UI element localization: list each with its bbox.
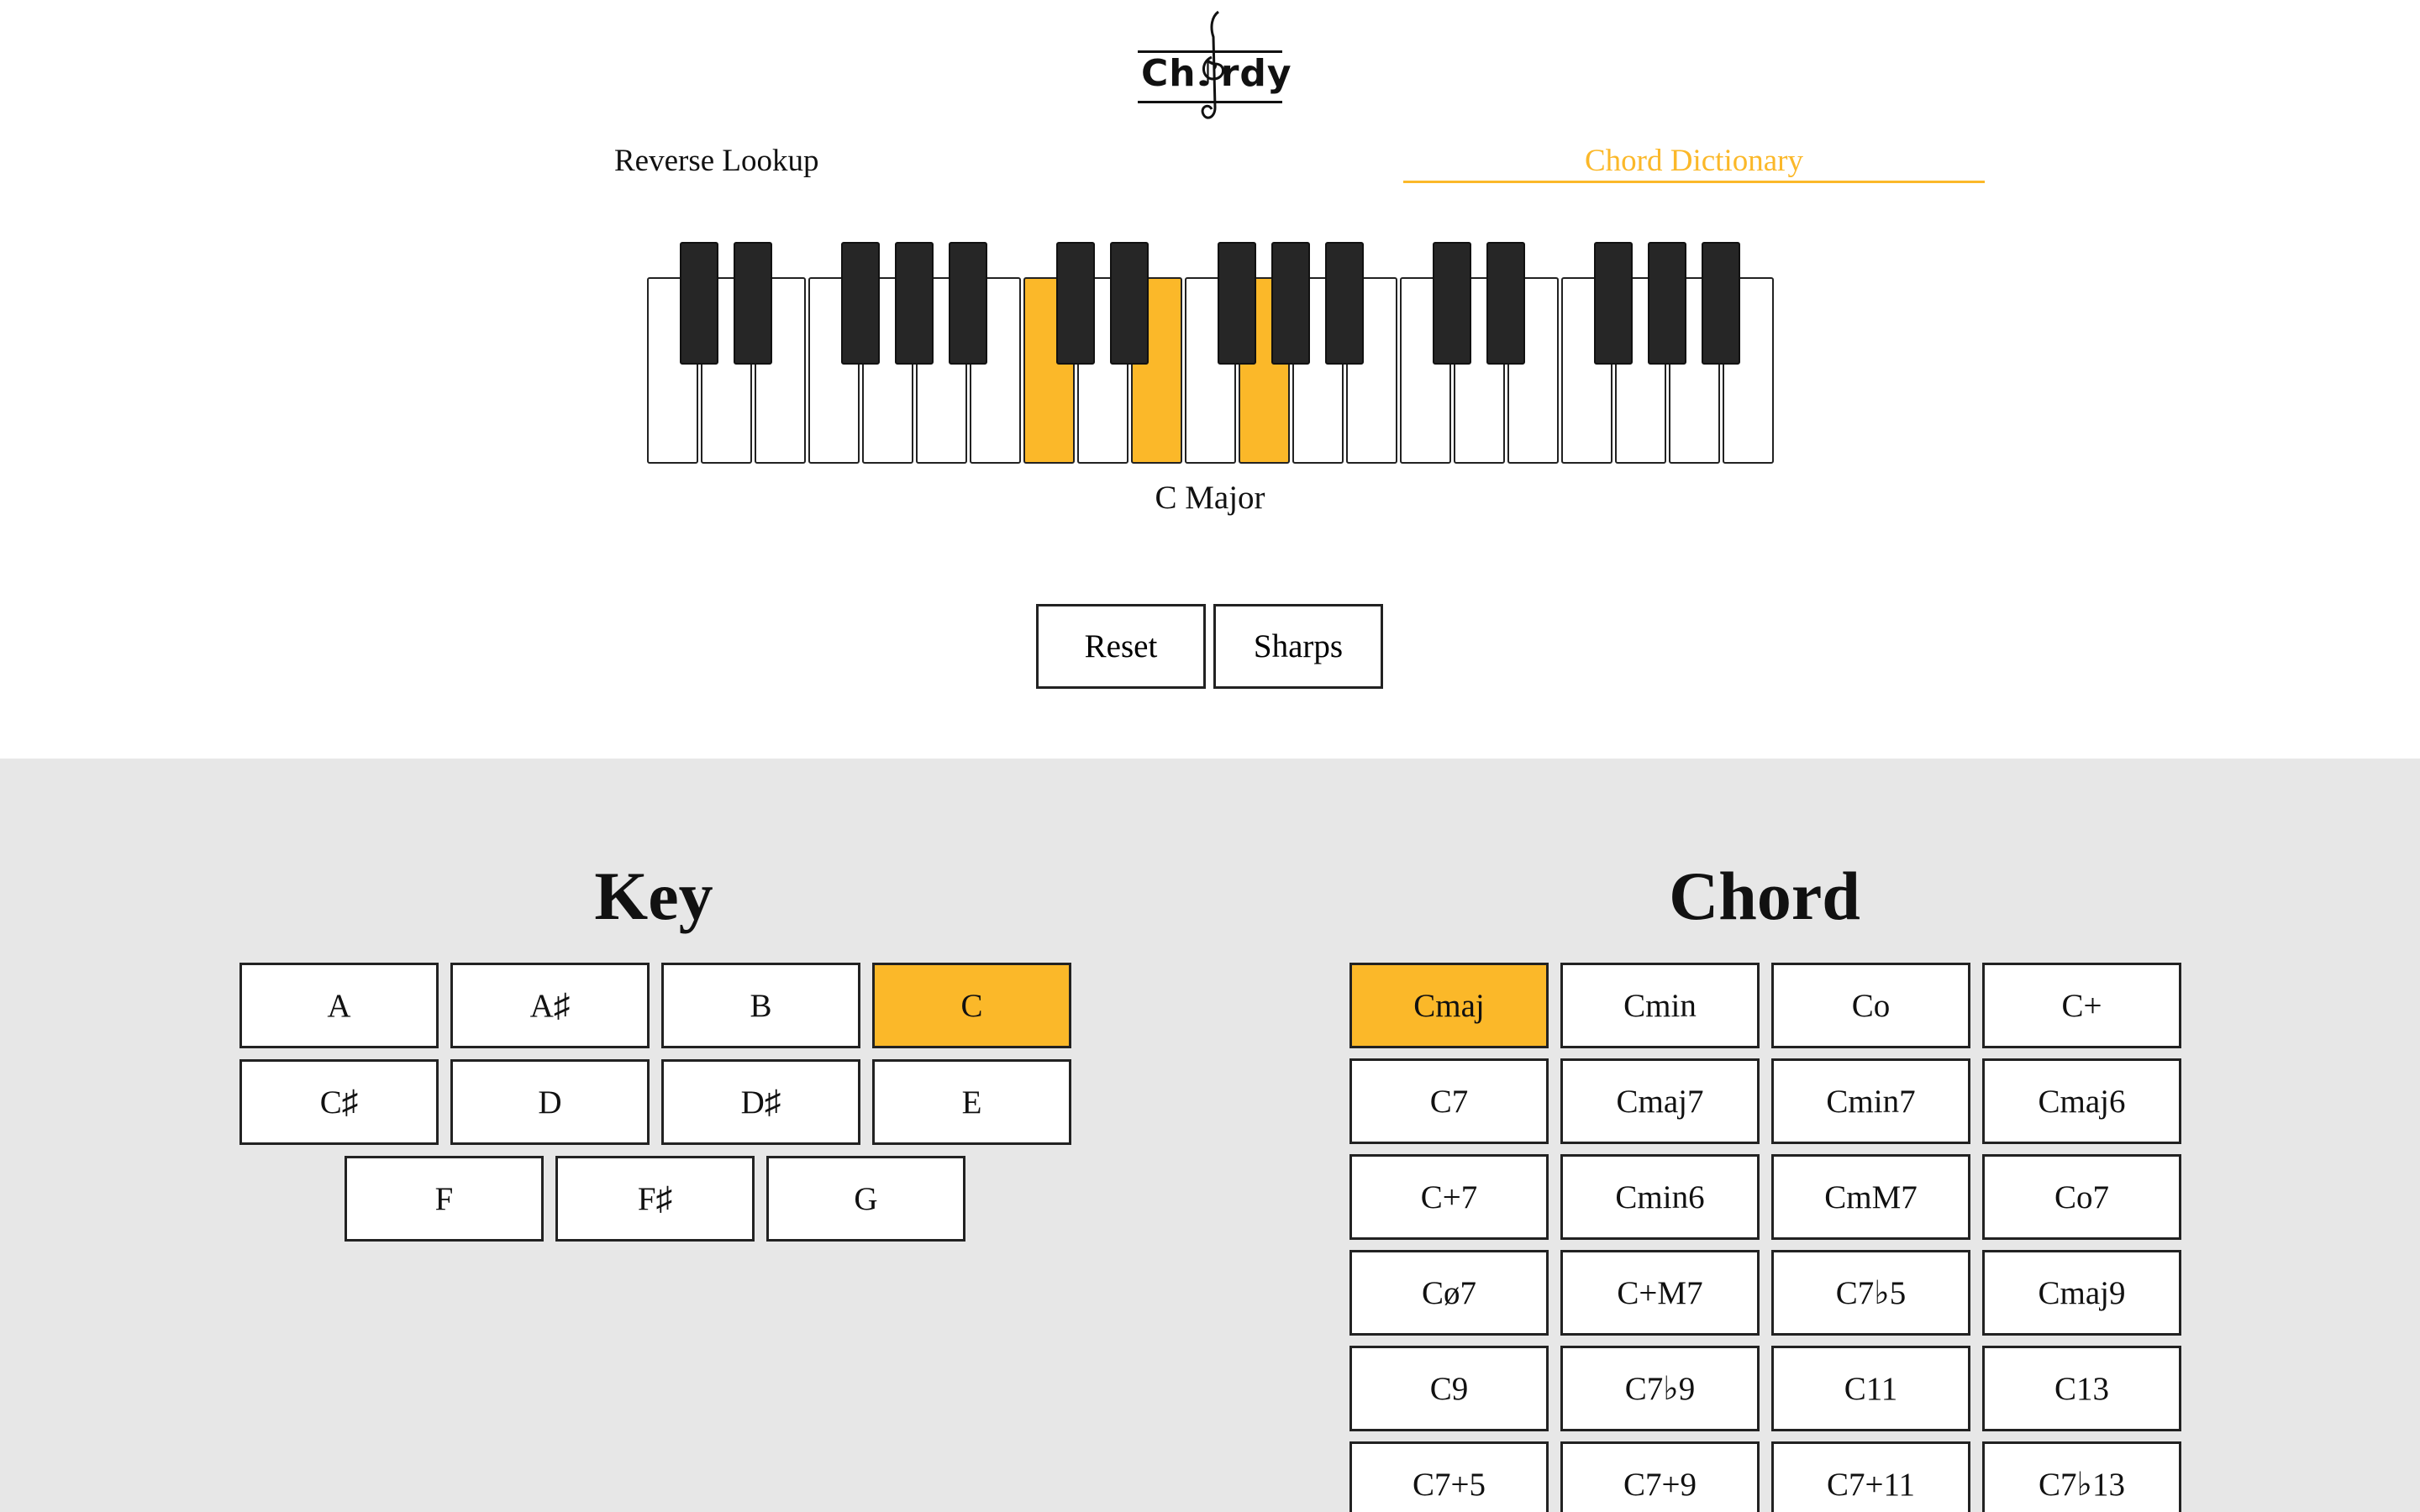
black-key[interactable] <box>895 242 934 365</box>
key-button[interactable]: G <box>766 1156 965 1242</box>
chord-button[interactable]: Co <box>1771 963 1970 1048</box>
chord-button[interactable]: Cmin6 <box>1560 1154 1760 1240</box>
chord-button[interactable]: C11 <box>1771 1346 1970 1431</box>
black-key[interactable] <box>1271 242 1310 365</box>
black-key[interactable] <box>1325 242 1364 365</box>
sharps-toggle-button[interactable]: Sharps <box>1213 604 1383 689</box>
chord-button[interactable]: C13 <box>1982 1346 2181 1431</box>
black-key[interactable] <box>1594 242 1633 365</box>
key-button[interactable]: C <box>872 963 1071 1048</box>
header-area: Ch♪rdy Reverse Lookup Chord Dictionary C… <box>0 0 2420 759</box>
chord-button[interactable]: C7+5 <box>1349 1441 1549 1512</box>
chord-button[interactable]: Cmaj <box>1349 963 1549 1048</box>
chord-button[interactable]: Cø7 <box>1349 1250 1549 1336</box>
chord-button[interactable]: C7♭13 <box>1982 1441 2181 1512</box>
chord-button[interactable]: Cmin7 <box>1771 1058 1970 1144</box>
black-key[interactable] <box>680 242 718 365</box>
chord-button[interactable]: C7 <box>1349 1058 1549 1144</box>
black-key[interactable] <box>949 242 987 365</box>
key-button[interactable]: E <box>872 1059 1071 1145</box>
chord-button[interactable]: CmM7 <box>1771 1154 1970 1240</box>
chord-button[interactable]: Cmin <box>1560 963 1760 1048</box>
black-key[interactable] <box>734 242 772 365</box>
key-heading: Key <box>594 858 713 934</box>
chord-button[interactable]: C7+9 <box>1560 1441 1760 1512</box>
black-key[interactable] <box>1648 242 1686 365</box>
logo-bottom-line <box>1138 101 1282 103</box>
tab-chord-dictionary[interactable]: Chord Dictionary <box>1403 143 1985 179</box>
black-key[interactable] <box>1486 242 1525 365</box>
key-button[interactable]: C♯ <box>239 1059 439 1145</box>
chord-button[interactable]: Co7 <box>1982 1154 2181 1240</box>
key-button[interactable]: F♯ <box>555 1156 755 1242</box>
chord-button[interactable]: Cmaj9 <box>1982 1250 2181 1336</box>
selector-panel: Key Chord A A♯ B C C♯ D D♯ E F F♯ G Cmaj Cmin Co C+ C7… <box>0 759 2420 1512</box>
black-key[interactable] <box>1056 242 1095 365</box>
tab-reverse-lookup[interactable]: Reverse Lookup <box>614 143 819 179</box>
app-logo: Ch♪rdy <box>1136 8 1292 126</box>
piano-keyboard <box>647 242 1774 467</box>
key-button[interactable]: A♯ <box>450 963 650 1048</box>
active-tab-underline <box>1403 181 1985 183</box>
chord-button[interactable]: C7+11 <box>1771 1441 1970 1512</box>
key-button[interactable]: D♯ <box>661 1059 860 1145</box>
black-key[interactable] <box>1218 242 1256 365</box>
black-key[interactable] <box>1433 242 1471 365</box>
black-key[interactable] <box>1110 242 1149 365</box>
key-button[interactable]: B <box>661 963 860 1048</box>
chord-button[interactable]: Cmaj6 <box>1982 1058 2181 1144</box>
key-button[interactable]: A <box>239 963 439 1048</box>
chord-button[interactable]: C+ <box>1982 963 2181 1048</box>
reset-button[interactable]: Reset <box>1036 604 1206 689</box>
chord-heading: Chord <box>1669 858 1860 934</box>
chord-button[interactable]: C7♭9 <box>1560 1346 1760 1431</box>
current-chord-label: C Major <box>1155 480 1265 516</box>
key-button[interactable]: F <box>345 1156 544 1242</box>
black-key[interactable] <box>841 242 880 365</box>
chord-button[interactable]: C7♭5 <box>1771 1250 1970 1336</box>
chord-button[interactable]: C9 <box>1349 1346 1549 1431</box>
black-key[interactable] <box>1702 242 1740 365</box>
key-button[interactable]: D <box>450 1059 650 1145</box>
logo-text: Ch♪rdy <box>1141 52 1292 95</box>
chord-button[interactable]: C+7 <box>1349 1154 1549 1240</box>
chord-button[interactable]: Cmaj7 <box>1560 1058 1760 1144</box>
chord-button[interactable]: C+M7 <box>1560 1250 1760 1336</box>
